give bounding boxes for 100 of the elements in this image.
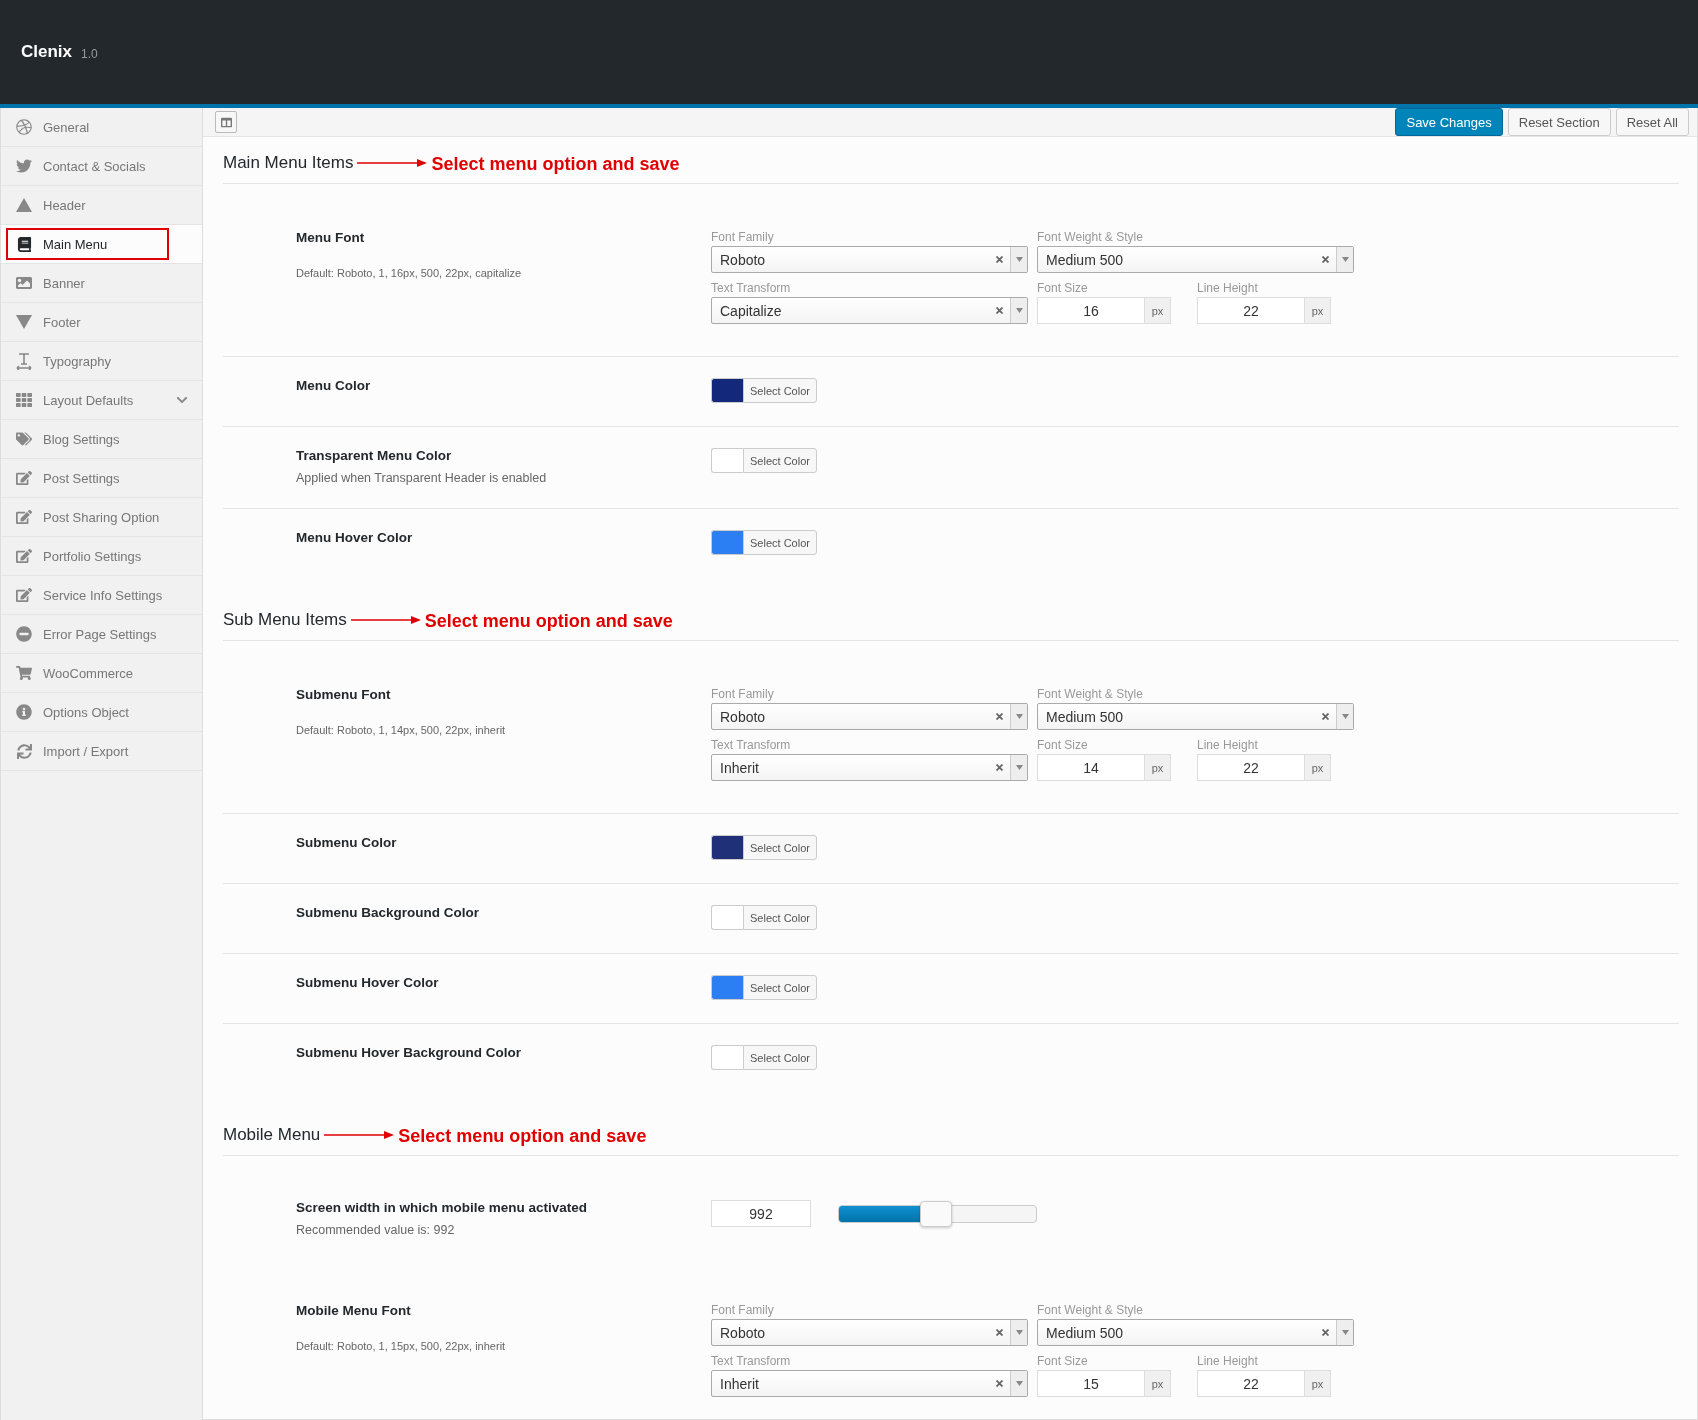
setting-description: Default: Roboto, 1, 15px, 500, 22px, inherit [296, 1340, 507, 1352]
setting-description: Default: Roboto, 1, 16px, 500, 22px, capitalize [296, 267, 523, 279]
line-height-field[interactable]: 22 [1197, 1370, 1305, 1397]
select-color-button[interactable]: Select Color [743, 1045, 817, 1070]
caret-icon[interactable] [1336, 247, 1353, 272]
reset-button[interactable]: Reset All [1615, 108, 1689, 136]
setting-label: Mobile Menu Font [296, 1303, 412, 1318]
setting-description: Default: Roboto, 1, 14px, 500, 22px, inherit [296, 724, 507, 736]
caret-icon[interactable] [1336, 704, 1353, 729]
unit-label: px [1305, 297, 1331, 324]
caret-icon[interactable] [1010, 298, 1027, 323]
field-label: Font Weight & Style [1037, 687, 1144, 701]
color-swatch[interactable] [711, 378, 743, 403]
width-field[interactable]: 992 [711, 1200, 811, 1227]
font-size-field[interactable]: 16 [1037, 297, 1145, 324]
clear-icon[interactable] [996, 307, 1003, 314]
clear-icon[interactable] [996, 764, 1003, 771]
tags-icon [15, 430, 33, 448]
save-button[interactable]: Save Changes [1395, 108, 1503, 136]
section-title: Main Menu Items [223, 153, 354, 173]
font-family-select[interactable]: Roboto [711, 703, 1028, 730]
color-swatch[interactable] [711, 1045, 743, 1070]
select-color-button[interactable]: Select Color [743, 448, 817, 473]
chevron-down-icon[interactable] [176, 394, 188, 406]
color-swatch[interactable] [711, 975, 743, 1000]
unit-label: px [1145, 754, 1171, 781]
font-size-field[interactable]: 15 [1037, 1370, 1145, 1397]
bird-icon [15, 157, 33, 175]
select-color-button[interactable]: Select Color [743, 905, 817, 930]
annotation-text: Select menu option and save [424, 611, 673, 632]
info-icon [15, 703, 33, 721]
text-transform-select[interactable]: Inherit [711, 754, 1028, 781]
unit-label: px [1305, 754, 1331, 781]
annotation-arrow [350, 615, 421, 625]
field-label: Font Family [711, 230, 775, 244]
color-swatch[interactable] [711, 835, 743, 860]
unit-label: px [1305, 1370, 1331, 1397]
font-size-field[interactable]: 14 [1037, 754, 1145, 781]
field-label: Text Transform [711, 1354, 792, 1368]
unit-label: px [1145, 297, 1171, 324]
annotation-text: Select menu option and save [398, 1126, 647, 1147]
select-color-button[interactable]: Select Color [743, 530, 817, 555]
layout-toggle-button[interactable] [215, 111, 237, 133]
caret-icon[interactable] [1010, 1320, 1027, 1345]
slider-handle[interactable] [919, 1200, 952, 1227]
font-weight-select[interactable]: Medium 500 [1037, 1319, 1354, 1346]
app-title: Clenix [21, 42, 73, 62]
field-label: Font Family [711, 687, 775, 701]
annotation-arrow [357, 158, 428, 168]
version-label: 1.0 [81, 47, 98, 61]
clear-icon[interactable] [996, 713, 1003, 720]
field-label: Font Size [1037, 281, 1089, 295]
color-swatch[interactable] [711, 530, 743, 555]
annotation-text: Select menu option and save [431, 154, 680, 175]
section-title: Sub Menu Items [223, 610, 347, 630]
clear-icon[interactable] [1322, 713, 1329, 720]
setting-label: Transparent Menu Color [296, 448, 453, 463]
sidebar-item[interactable]: Main Menu [1, 225, 202, 264]
select-color-button[interactable]: Select Color [743, 835, 817, 860]
text-transform-select[interactable]: Inherit [711, 1370, 1028, 1397]
clear-icon[interactable] [996, 1329, 1003, 1336]
edit-icon [15, 508, 33, 526]
clear-icon[interactable] [1322, 256, 1329, 263]
setting-label: Submenu Color [296, 835, 398, 850]
clear-icon[interactable] [1322, 1329, 1329, 1336]
book-icon [15, 235, 33, 253]
clear-icon[interactable] [996, 256, 1003, 263]
field-label: Text Transform [711, 281, 792, 295]
font-family-select[interactable]: Roboto [711, 246, 1028, 273]
font-weight-select[interactable]: Medium 500 [1037, 246, 1354, 273]
caret-icon[interactable] [1010, 1371, 1027, 1396]
clear-icon[interactable] [996, 1380, 1003, 1387]
edit-icon [15, 469, 33, 487]
line-height-field[interactable]: 22 [1197, 754, 1305, 781]
caret-icon[interactable] [1010, 704, 1027, 729]
columns-icon [220, 116, 232, 128]
line-height-field[interactable]: 22 [1197, 297, 1305, 324]
setting-label: Menu Hover Color [296, 530, 414, 545]
color-swatch[interactable] [711, 448, 743, 473]
grid-icon [15, 391, 33, 409]
section-title: Mobile Menu [223, 1125, 321, 1145]
color-swatch[interactable] [711, 905, 743, 930]
text-transform-select[interactable]: Capitalize [711, 297, 1028, 324]
setting-label: Submenu Hover Color [296, 975, 440, 990]
setting-label: Screen width in which mobile menu activated [296, 1200, 589, 1215]
refresh-icon [15, 742, 33, 760]
edit-icon [15, 586, 33, 604]
setting-description: Recommended value is: 992 [296, 1223, 456, 1237]
font-family-select[interactable]: Roboto [711, 1319, 1028, 1346]
caret-icon[interactable] [1336, 1320, 1353, 1345]
select-color-button[interactable]: Select Color [743, 378, 817, 403]
font-weight-select[interactable]: Medium 500 [1037, 703, 1354, 730]
caret-icon[interactable] [1010, 755, 1027, 780]
cart-icon [15, 664, 33, 682]
select-color-button[interactable]: Select Color [743, 975, 817, 1000]
reset-button[interactable]: Reset Section [1507, 108, 1611, 136]
caret-icon[interactable] [1010, 247, 1027, 272]
setting-label: Menu Color [296, 378, 372, 393]
annotation-arrow [324, 1130, 395, 1140]
field-label: Text Transform [711, 738, 792, 752]
